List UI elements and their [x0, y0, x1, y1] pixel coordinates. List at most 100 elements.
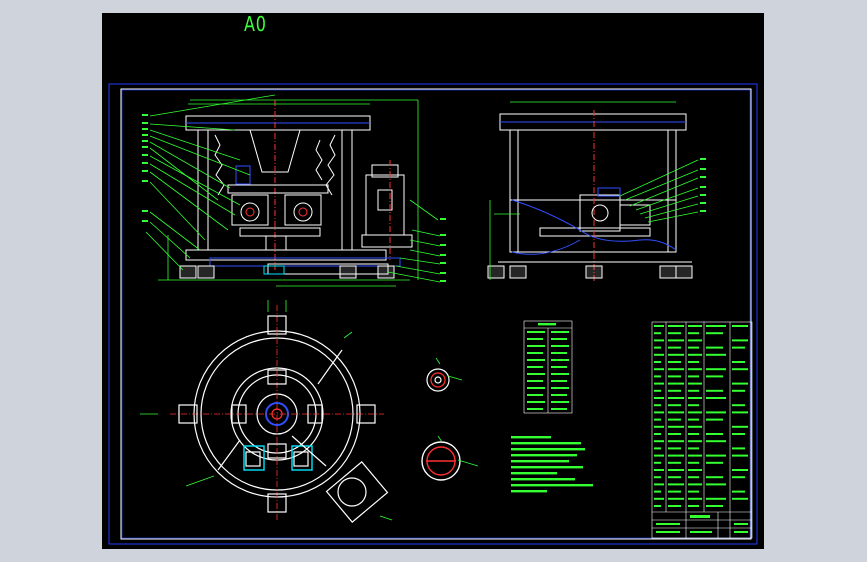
- bom-cell: [668, 339, 684, 342]
- bom-cell: [654, 461, 661, 464]
- bom-cell: [654, 433, 661, 435]
- bom-cell: [668, 490, 681, 493]
- bom-cell: [706, 483, 726, 486]
- bom-cell: [732, 490, 745, 493]
- bom-cell: [706, 433, 723, 435]
- bom-cell: [668, 332, 681, 335]
- bom-cell: [706, 440, 726, 443]
- bom-cell: [688, 447, 699, 450]
- bom-cell: [668, 483, 684, 486]
- bom-cell: [688, 505, 699, 507]
- bom-cell: [688, 332, 699, 335]
- bom-cell: [688, 389, 699, 392]
- bom-cell: [668, 461, 681, 464]
- bom-cell: [668, 353, 684, 356]
- bom-cell: [688, 325, 702, 327]
- bom-cell: [732, 447, 745, 450]
- bom-cell: [706, 368, 726, 371]
- bom-cell: [732, 389, 745, 392]
- bom-cell: [668, 397, 684, 399]
- bom-cell: [706, 346, 723, 349]
- bom-cell: [688, 411, 702, 414]
- bom-cell: [688, 404, 699, 407]
- bom-cell: [688, 382, 702, 385]
- bom-cell: [654, 375, 661, 378]
- bom-cell: [668, 425, 684, 428]
- bom-cell: [654, 361, 661, 363]
- bom-cell: [654, 404, 661, 407]
- bom-cell: [706, 332, 723, 335]
- bom-cell: [688, 497, 702, 500]
- bom-cell: [732, 454, 748, 457]
- bom-cell: [732, 339, 748, 342]
- bom-cell: [688, 361, 699, 363]
- bom-cell: [654, 490, 661, 493]
- bom-cell: [654, 389, 661, 392]
- bom-cell: [706, 476, 723, 479]
- bom-cell: [688, 425, 702, 428]
- bom-cell: [668, 454, 684, 457]
- bom-cell: [654, 440, 664, 443]
- bom-cell: [688, 353, 702, 356]
- section-b: [421, 441, 461, 481]
- title-block-title: [656, 515, 748, 533]
- bom-cell: [732, 411, 748, 414]
- bom-cell: [654, 353, 664, 356]
- title-block-cells: [654, 325, 748, 507]
- bom-cell: [668, 476, 681, 479]
- bom-cell: [668, 433, 681, 435]
- front-view-callout-ticks: [142, 114, 446, 282]
- bom-cell: [654, 368, 664, 371]
- bom-cell: [654, 505, 661, 507]
- bom-cell: [688, 433, 699, 435]
- bom-cell: [668, 505, 681, 507]
- bom-cell: [668, 375, 681, 378]
- side-view-callout-ticks: [700, 158, 706, 212]
- bom-cell: [688, 346, 699, 349]
- bom-cell: [668, 418, 681, 421]
- bom-cell: [654, 476, 661, 479]
- bom-cell: [732, 361, 745, 363]
- bom-cell: [706, 325, 726, 327]
- bom-cell: [706, 505, 723, 507]
- bom-cell: [706, 353, 726, 356]
- bom-cell: [668, 389, 681, 392]
- bom-cell: [706, 454, 726, 457]
- bom-cell: [688, 440, 702, 443]
- bom-cell: [668, 368, 684, 371]
- section-a: [426, 368, 450, 392]
- bom-cell: [668, 325, 684, 327]
- bom-cell: [732, 433, 745, 435]
- plan-view: [170, 305, 389, 523]
- bom-cell: [688, 483, 702, 486]
- bom-cell: [732, 382, 748, 385]
- front-view-dimensions: [145, 94, 441, 287]
- bom-cell: [654, 425, 664, 428]
- bom-cell: [706, 389, 723, 392]
- bom-cell: [732, 325, 748, 327]
- bom-cell: [668, 469, 684, 471]
- bom-cell: [706, 411, 726, 414]
- bom-cell: [668, 411, 684, 414]
- bom-cell: [668, 361, 681, 363]
- bom-cell: [654, 418, 661, 421]
- bom-cell: [706, 397, 726, 399]
- bom-cell: [706, 375, 723, 378]
- bom-cell: [668, 382, 684, 385]
- bom-cell: [668, 346, 681, 349]
- bom-cell: [654, 346, 661, 349]
- bom-cell: [668, 440, 684, 443]
- bom-cell: [732, 469, 748, 471]
- bom-cell: [732, 346, 745, 349]
- bom-cell: [654, 447, 661, 450]
- bom-cell: [688, 454, 702, 457]
- bom-cell: [654, 497, 664, 500]
- bom-cell: [688, 397, 702, 399]
- cad-drawing: [108, 83, 758, 545]
- bom-cell: [688, 368, 702, 371]
- bom-cell: [654, 469, 664, 471]
- front-view: [179, 100, 413, 279]
- bom-cell: [654, 483, 664, 486]
- bom-cell: [654, 339, 664, 342]
- bom-cell: [654, 332, 661, 335]
